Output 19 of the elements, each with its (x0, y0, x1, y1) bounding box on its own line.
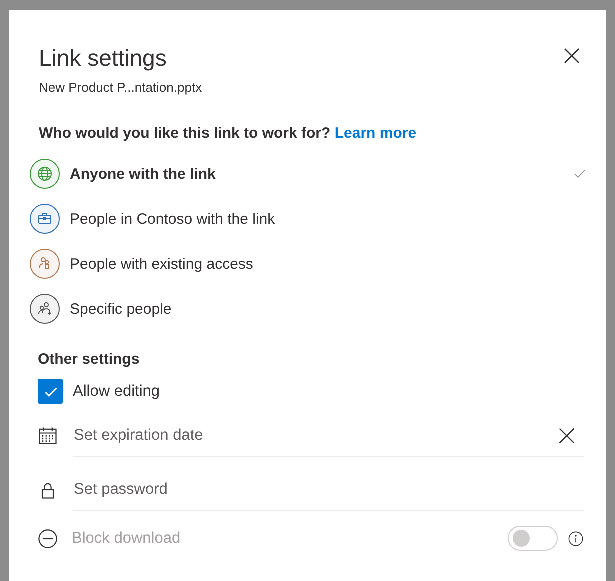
file-name: New Product P...ntation.pptx (39, 80, 204, 95)
block-download-label: Block download (72, 530, 182, 548)
section-heading: Other settings (38, 351, 141, 368)
link-option[interactable]: People in Contoso with the link (30, 204, 584, 234)
question-text: Who would you like this link to work for? (39, 125, 332, 142)
link-option[interactable]: People with existing access (30, 249, 584, 279)
learn-more-link[interactable]: Learn more (334, 125, 417, 142)
clear-button[interactable] (558, 427, 576, 445)
info-icon[interactable] (568, 530, 584, 546)
checkbox-label: Allow editing (73, 382, 160, 400)
dialog-title: Link settings (39, 44, 167, 72)
calendar-icon (37, 425, 59, 447)
checkbox[interactable] (38, 379, 63, 404)
password-field[interactable]: Set password (73, 470, 584, 510)
link-option[interactable]: Anyone with the link (30, 159, 584, 189)
close-button[interactable] (562, 46, 582, 66)
minus-circle-icon (37, 528, 59, 550)
date-field[interactable]: Set expiration date (73, 416, 584, 456)
link-option[interactable]: Specific people (30, 294, 584, 324)
